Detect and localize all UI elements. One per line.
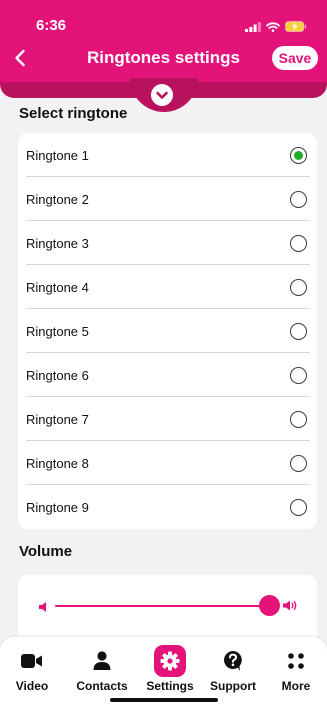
person-icon	[86, 645, 118, 677]
ringtone-option[interactable]: Ringtone 2	[18, 177, 317, 221]
status-icons	[245, 19, 307, 37]
ringtone-option-label: Ringtone 2	[26, 192, 89, 207]
ringtone-option[interactable]: Ringtone 8	[18, 441, 317, 485]
status-time: 6:36	[36, 17, 67, 34]
ringtone-option[interactable]: Ringtone 1	[18, 133, 317, 177]
ringtone-option[interactable]: Ringtone 9	[18, 485, 317, 529]
tab-video[interactable]: Video	[16, 637, 48, 697]
volume-heading: Volume	[19, 543, 73, 560]
ringtone-list: Ringtone 1 Ringtone 2 Ringtone 3 Ringtone 4…	[18, 133, 317, 529]
radio-unselected-icon[interactable]	[290, 191, 307, 208]
volume-high-icon	[282, 599, 298, 617]
tab-support-label: Support	[210, 679, 256, 693]
radio-unselected-icon[interactable]	[290, 455, 307, 472]
radio-unselected-icon[interactable]	[290, 499, 307, 516]
ringtone-option[interactable]: Ringtone 4	[18, 265, 317, 309]
gear-icon	[154, 645, 186, 677]
ringtone-option-label: Ringtone 1	[26, 148, 89, 163]
tab-video-label: Video	[15, 679, 49, 693]
chevron-left-icon	[15, 49, 25, 67]
tab-more-label: More	[281, 679, 311, 693]
radio-unselected-icon[interactable]	[290, 367, 307, 384]
radio-unselected-icon[interactable]	[290, 279, 307, 296]
ringtone-option-label: Ringtone 6	[26, 368, 89, 383]
wifi-icon	[266, 19, 280, 37]
app-header: 6:36 Ringtones settings Save	[0, 0, 327, 82]
volume-slider-thumb[interactable]	[258, 595, 280, 616]
volume-slider-track[interactable]	[55, 605, 269, 607]
battery-charging-icon	[285, 19, 307, 37]
select-ringtone-heading: Select ringtone	[19, 105, 128, 122]
tab-contacts[interactable]: Contacts	[74, 637, 130, 697]
ringtone-option[interactable]: Ringtone 5	[18, 309, 317, 353]
tab-settings-label: Settings	[146, 679, 194, 693]
ringtone-option-label: Ringtone 3	[26, 236, 89, 251]
tab-more[interactable]: More	[280, 637, 312, 697]
volume-low-icon	[38, 600, 48, 618]
ringtone-option[interactable]: Ringtone 7	[18, 397, 317, 441]
back-button[interactable]	[8, 44, 32, 72]
radio-unselected-icon[interactable]	[290, 235, 307, 252]
video-camera-icon	[16, 645, 48, 677]
ringtone-option-label: Ringtone 8	[26, 456, 89, 471]
ringtone-option-label: Ringtone 5	[26, 324, 89, 339]
ringtone-option[interactable]: Ringtone 6	[18, 353, 317, 397]
radio-unselected-icon[interactable]	[290, 411, 307, 428]
home-indicator	[110, 698, 218, 702]
dots-grid-icon	[280, 645, 312, 677]
question-bubble-icon	[217, 645, 249, 677]
ringtone-option-label: Ringtone 9	[26, 500, 89, 515]
radio-unselected-icon[interactable]	[290, 323, 307, 340]
save-button[interactable]: Save	[272, 46, 318, 70]
tab-settings[interactable]: Settings	[144, 637, 196, 697]
ringtone-option-label: Ringtone 4	[26, 280, 89, 295]
signal-icon	[245, 19, 261, 37]
tab-contacts-label: Contacts	[76, 679, 128, 693]
collapse-chevron-icon[interactable]	[151, 84, 173, 106]
ringtone-option[interactable]: Ringtone 3	[18, 221, 317, 265]
radio-selected-icon[interactable]	[290, 147, 307, 164]
tab-support[interactable]: Support	[208, 637, 258, 697]
ringtone-option-label: Ringtone 7	[26, 412, 89, 427]
